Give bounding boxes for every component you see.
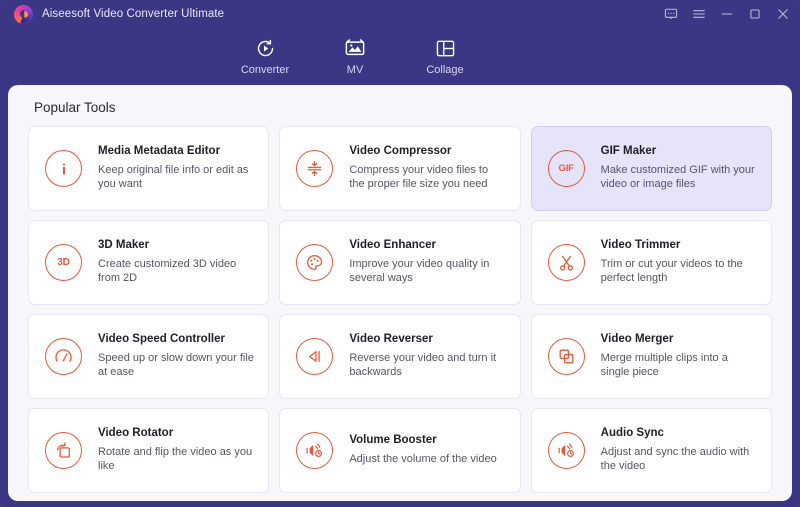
tool-card-video-enhancer[interactable]: Video Enhancer Improve your video qualit… bbox=[279, 220, 521, 305]
tool-card-video-speed-controller[interactable]: Video Speed Controller Speed up or slow … bbox=[28, 314, 270, 399]
merge-squares-icon bbox=[547, 338, 585, 375]
mv-icon bbox=[344, 37, 366, 59]
tool-desc: Compress your video files to the proper … bbox=[349, 163, 489, 191]
tool-title: Media Metadata Editor bbox=[98, 144, 221, 157]
feedback-icon[interactable] bbox=[664, 7, 678, 21]
tool-text: Media Metadata Editor Keep original file… bbox=[98, 145, 254, 192]
tool-desc: Adjust and sync the audio with the video bbox=[600, 445, 750, 473]
tool-card-video-compressor[interactable]: Video Compressor Compress your video fil… bbox=[279, 126, 521, 211]
tool-card-3d-maker[interactable]: 3D 3D Maker Create customized 3D video f… bbox=[28, 220, 270, 305]
speedometer-icon bbox=[45, 338, 82, 375]
gif-icon: GIF bbox=[547, 150, 585, 187]
tool-card-video-merger[interactable]: Video Merger Merge multiple clips into a… bbox=[530, 314, 772, 399]
volume-icon bbox=[296, 432, 334, 469]
section-title: Popular Tools bbox=[34, 100, 116, 115]
tool-desc: Rotate and flip the video as you like bbox=[98, 445, 253, 473]
scissors-icon bbox=[547, 244, 585, 281]
tool-desc: Reverse your video and turn it backwards bbox=[349, 351, 497, 379]
compress-icon bbox=[296, 150, 334, 187]
tool-title: Video Enhancer bbox=[349, 238, 437, 251]
toolbox-icon bbox=[525, 37, 546, 59]
tool-title: Video Merger bbox=[600, 332, 674, 345]
tool-card-video-reverser[interactable]: Video Reverser Reverse your video and tu… bbox=[279, 314, 521, 399]
toolbox-panel: Popular Tools Media Metadata Editor Keep… bbox=[8, 85, 792, 501]
converter-icon bbox=[255, 37, 276, 59]
tool-desc: Keep original file info or edit as you w… bbox=[98, 163, 249, 191]
tab-converter-label: Converter bbox=[240, 64, 290, 76]
tool-text: Video Enhancer Improve your video qualit… bbox=[349, 239, 505, 286]
three-d-icon: 3D bbox=[45, 244, 82, 281]
rotate-icon bbox=[45, 432, 82, 469]
tool-title: Audio Sync bbox=[600, 426, 664, 439]
tool-text: Video Rotator Rotate and flip the video … bbox=[98, 427, 254, 474]
tool-text: Video Reverser Reverse your video and tu… bbox=[349, 333, 505, 380]
tool-title: Video Rotator bbox=[98, 426, 174, 439]
tool-text: Audio Sync Adjust and sync the audio wit… bbox=[601, 427, 757, 474]
tab-converter[interactable]: Converter bbox=[220, 28, 310, 85]
tool-text: Video Merger Merge multiple clips into a… bbox=[601, 333, 757, 380]
app-title: Aiseesoft Video Converter Ultimate bbox=[42, 8, 225, 20]
tool-title: Video Speed Controller bbox=[98, 332, 225, 345]
menu-icon[interactable] bbox=[692, 7, 706, 21]
tool-text: Video Trimmer Trim or cut your videos to… bbox=[601, 239, 757, 286]
tool-title: Video Compressor bbox=[349, 144, 452, 157]
tab-toolbox[interactable]: Toolbox bbox=[490, 28, 580, 86]
tool-desc: Create customized 3D video from 2D bbox=[98, 257, 237, 285]
title-bar: Aiseesoft Video Converter Ultimate bbox=[0, 0, 800, 28]
application-window: Aiseesoft Video Converter Ultimate Conve… bbox=[0, 0, 800, 507]
tool-text: 3D Maker Create customized 3D video from… bbox=[98, 239, 254, 286]
tool-title: GIF Maker bbox=[600, 144, 657, 157]
tool-card-media-metadata-editor[interactable]: Media Metadata Editor Keep original file… bbox=[28, 126, 270, 211]
rewind-icon bbox=[296, 338, 334, 375]
tool-card-volume-booster[interactable]: Volume Booster Adjust the volume of the … bbox=[279, 408, 521, 493]
tool-text: Video Compressor Compress your video fil… bbox=[349, 145, 505, 192]
tab-collage[interactable]: Collage bbox=[400, 28, 490, 85]
aiseesoft-logo-icon bbox=[14, 4, 33, 24]
tool-desc: Improve your video quality in several wa… bbox=[349, 257, 490, 285]
tool-desc: Trim or cut your videos to the perfect l… bbox=[600, 257, 743, 285]
tab-collage-label: Collage bbox=[426, 64, 464, 76]
tool-card-video-rotator[interactable]: Video Rotator Rotate and flip the video … bbox=[28, 408, 270, 493]
info-circle-icon bbox=[45, 150, 82, 187]
collage-icon bbox=[435, 37, 456, 59]
tool-card-video-trimmer[interactable]: Video Trimmer Trim or cut your videos to… bbox=[530, 220, 772, 305]
maximize-icon[interactable] bbox=[748, 7, 762, 21]
tool-card-gif-maker[interactable]: GIF GIF Maker Make customized GIF with y… bbox=[530, 126, 772, 211]
tool-text: Video Speed Controller Speed up or slow … bbox=[98, 333, 254, 380]
brand: Aiseesoft Video Converter Ultimate bbox=[14, 4, 225, 24]
tool-desc: Make customized GIF with your video or i… bbox=[600, 163, 755, 191]
tool-text: Volume Booster Adjust the volume of the … bbox=[349, 434, 496, 467]
tools-grid: Media Metadata Editor Keep original file… bbox=[28, 126, 772, 493]
tab-mv-label: MV bbox=[346, 64, 364, 76]
audio-sync-icon bbox=[547, 432, 585, 469]
tool-title: 3D Maker bbox=[98, 238, 150, 251]
close-icon[interactable] bbox=[776, 7, 790, 21]
palette-icon bbox=[296, 244, 334, 281]
minimize-icon[interactable] bbox=[720, 7, 734, 21]
tool-desc: Speed up or slow down your file at ease bbox=[98, 351, 254, 379]
tool-desc: Adjust the volume of the video bbox=[349, 452, 497, 465]
tool-desc: Merge multiple clips into a single piece bbox=[600, 351, 728, 379]
window-controls bbox=[664, 0, 790, 28]
tab-mv[interactable]: MV bbox=[310, 28, 400, 85]
three-d-icon-label: 3D bbox=[57, 257, 70, 268]
tool-title: Video Trimmer bbox=[600, 238, 681, 251]
tool-card-audio-sync[interactable]: Audio Sync Adjust and sync the audio wit… bbox=[530, 408, 772, 493]
tab-toolbox-label: Toolbox bbox=[516, 64, 554, 76]
tool-text: GIF Maker Make customized GIF with your … bbox=[601, 145, 757, 192]
tool-title: Volume Booster bbox=[349, 434, 437, 447]
main-tab-bar: Converter MV Collage Toolbox bbox=[0, 28, 800, 86]
gif-icon-label: GIF bbox=[558, 163, 574, 174]
tool-title: Video Reverser bbox=[349, 332, 433, 345]
